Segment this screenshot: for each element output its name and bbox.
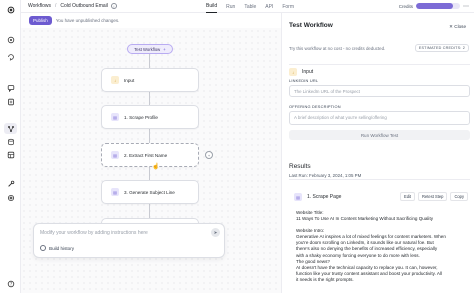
document-icon[interactable] [4,96,17,107]
node-label: 3. Generate Subject Line [124,189,175,195]
publish-button[interactable]: Publish [29,16,52,25]
credits-meter[interactable]: Credits [399,3,460,9]
node-extract-first-name[interactable]: ▤ 2. Extract First Name [101,143,199,167]
close-label: Close [454,24,466,29]
connector [149,204,150,218]
view-tabs: Build Run Table API Form [206,0,303,13]
results-title: Results [289,163,311,170]
app-logo-icon[interactable] [4,4,17,15]
tab-form[interactable]: Form [282,0,294,13]
test-workflow-pill-label: Test Workflow [134,46,161,52]
result-step-header: ▤ 1. Scrape Page [294,193,341,201]
build-history-button[interactable]: Build history [40,245,74,251]
settings-icon[interactable] [4,192,17,203]
offering-description-input[interactable]: A brief description of what you're selli… [289,111,470,125]
input-icon: ↓ [289,68,297,76]
retest-step-button[interactable]: Retest Step [418,192,448,201]
table-icon[interactable] [4,149,17,160]
run-workflow-test-button[interactable]: Run Workflow Test [289,130,470,140]
connector [149,167,150,180]
estimated-credits-badge: ESTIMATED CREDITS: 2 [414,44,469,52]
left-rail: ? [0,0,21,293]
credits-label: Credits [398,3,413,9]
connector [149,129,150,143]
offering-description-label: OFFERING DESCRIPTION [289,104,341,109]
breadcrumb-current[interactable]: Cold Outbound Email [60,3,108,9]
test-workflow-pill[interactable]: Test Workflow + [127,44,173,54]
info-icon[interactable]: i [110,3,117,9]
connector [149,54,150,68]
node-input[interactable]: ↓ Input [101,68,199,92]
tab-build[interactable]: Build [206,0,218,13]
chat-icon[interactable] [4,82,17,93]
input-icon: ↓ [111,76,119,84]
connector [149,92,150,105]
result-card: ▤ 1. Scrape Page Edit Retest Step Copy W… [289,179,470,282]
step-icon: ▤ [111,151,119,159]
prompt-box: Modify your workflow by adding instructi… [33,223,225,258]
publish-row: Publish You have unpublished changes. [21,13,281,28]
add-step-icon[interactable]: + [205,151,213,159]
node-generate-subject-line[interactable]: ▤ 3. Generate Subject Line [101,180,199,204]
history-icon [40,245,46,251]
node-label: Input [124,77,135,83]
breadcrumb-separator: / [54,3,57,9]
step-icon: ▤ [111,188,119,196]
tab-run[interactable]: Run [226,0,235,13]
step-icon: ▤ [111,113,119,121]
linkedin-url-input[interactable]: The LinkedIn URL of the Prospect [289,85,470,97]
credits-bar [416,3,460,9]
help-icon[interactable]: ? [4,278,17,289]
prompt-input[interactable]: Modify your workflow by adding instructi… [40,230,148,236]
svg-text:?: ? [9,281,11,286]
node-label: 2. Extract First Name [124,152,168,158]
unpublished-status: You have unpublished changes. [55,18,120,23]
add-icon: + [163,46,166,52]
input-section-header: ↓ Input [289,64,470,76]
panel-subtitle: Try this workflow at no cost - no credit… [289,46,386,51]
node-label: 1. Scrape Profile [124,114,158,120]
tools-icon[interactable] [4,178,17,189]
copy-button[interactable]: Copy [450,192,468,201]
test-workflow-panel: Test Workflow ✕ Close Try this workflow … [281,13,474,293]
sync-icon[interactable] [4,51,17,62]
result-line: it needs is the right prompts. [296,276,354,282]
more-options-icon[interactable]: ⋯ [463,3,469,10]
tab-api[interactable]: API [265,0,273,13]
input-section-label: Input [302,69,314,75]
breadcrumb-workflows[interactable]: Workflows [28,3,51,9]
step-icon: ▤ [294,193,302,201]
dashboard-icon[interactable] [4,34,17,45]
top-bar: Workflows / Cold Outbound Email i Build … [21,0,474,13]
panel-title: Test Workflow [289,22,333,29]
build-history-label: Build history [49,245,75,251]
results-last-run: Last Run: February 3, 2024, 1:05 PM [289,173,362,178]
close-button[interactable]: ✕ Close [449,24,466,30]
result-actions: Edit Retest Step Copy [397,192,468,201]
tab-table[interactable]: Table [244,0,256,13]
node-scrape-profile[interactable]: ▤ 1. Scrape Profile [101,105,199,129]
mouse-cursor-icon: ☝ [152,164,160,170]
workflows-icon[interactable] [4,123,17,134]
result-step-label: 1. Scrape Page [307,194,342,200]
database-icon[interactable] [4,136,17,147]
result-output: Website Title: 11 Ways To Use AI In Cont… [296,210,468,283]
send-icon[interactable]: ➤ [211,228,220,237]
edit-button[interactable]: Edit [399,192,416,201]
credits-bar-fill [416,3,454,9]
linkedin-url-label: LINKEDIN URL [289,78,319,83]
